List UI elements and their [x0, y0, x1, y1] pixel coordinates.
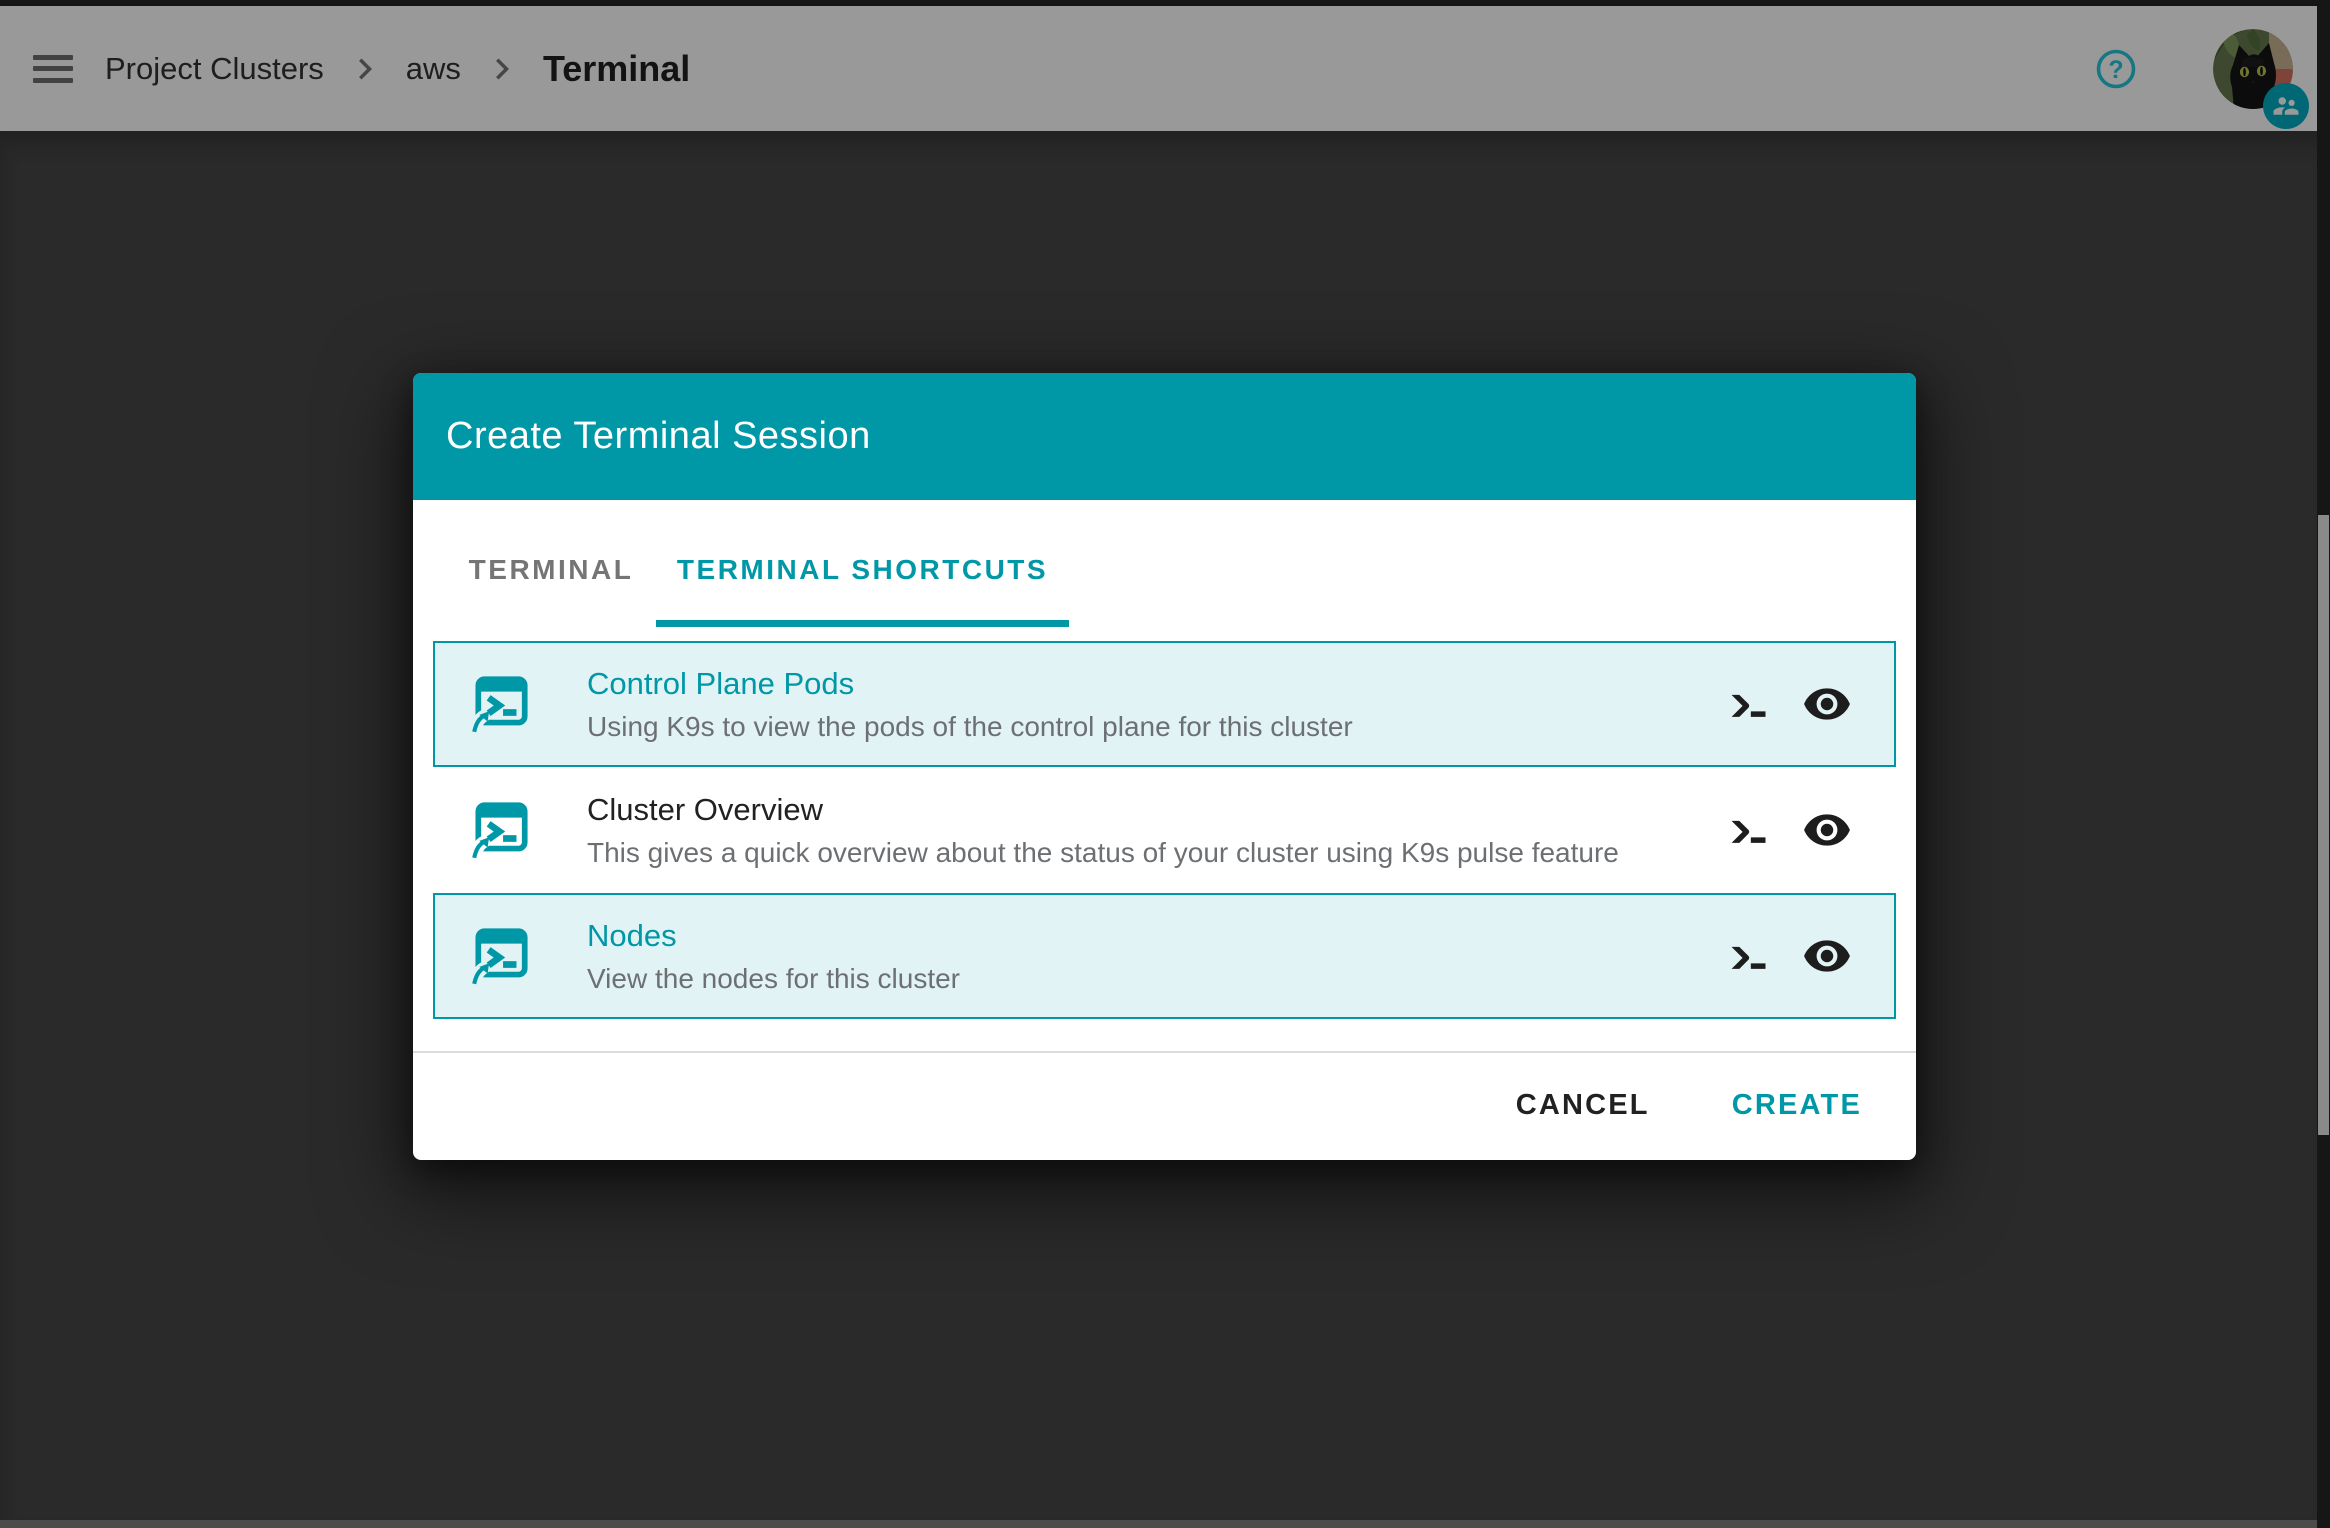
preview-eye-icon[interactable]	[1802, 679, 1852, 729]
shortcut-title: Nodes	[587, 918, 1724, 954]
run-terminal-icon[interactable]	[1724, 931, 1774, 981]
shortcut-text: Nodes View the nodes for this cluster	[587, 918, 1724, 995]
dialog-tabs: TERMINAL TERMINAL SHORTCUTS	[413, 513, 1916, 627]
terminal-shortcut-icon	[468, 923, 534, 989]
dialog-actions: CANCEL CREATE	[413, 1053, 1916, 1158]
dialog-title: Create Terminal Session	[446, 415, 871, 458]
preview-eye-icon[interactable]	[1802, 931, 1852, 981]
run-terminal-icon[interactable]	[1724, 679, 1774, 729]
shortcut-description: Using K9s to view the pods of the contro…	[587, 711, 1724, 743]
shortcut-row-control-plane-pods[interactable]: Control Plane Pods Using K9s to view the…	[433, 641, 1896, 767]
shortcut-actions	[1724, 679, 1894, 729]
terminal-shortcut-icon	[468, 797, 534, 863]
create-terminal-session-dialog: Create Terminal Session TERMINAL TERMINA…	[413, 373, 1916, 1160]
cancel-button[interactable]: CANCEL	[1502, 1079, 1664, 1132]
run-terminal-icon[interactable]	[1724, 805, 1774, 855]
shortcut-text: Control Plane Pods Using K9s to view the…	[587, 666, 1724, 743]
create-button[interactable]: CREATE	[1718, 1079, 1876, 1132]
screen: Project Clusters aws Terminal ?	[0, 0, 2330, 1528]
tab-terminal-shortcuts[interactable]: TERMINAL SHORTCUTS	[656, 513, 1069, 627]
preview-eye-icon[interactable]	[1802, 805, 1852, 855]
shortcut-row-cluster-overview[interactable]: Cluster Overview This gives a quick over…	[433, 767, 1896, 893]
shortcut-row-nodes[interactable]: Nodes View the nodes for this cluster	[433, 893, 1896, 1019]
scrollbar-thumb[interactable]	[2318, 515, 2329, 1135]
terminal-shortcut-icon	[468, 671, 534, 737]
tab-terminal[interactable]: TERMINAL	[446, 513, 656, 627]
shortcut-actions	[1724, 931, 1894, 981]
shortcut-title: Control Plane Pods	[587, 666, 1724, 702]
shortcut-text: Cluster Overview This gives a quick over…	[587, 792, 1724, 869]
shortcut-title: Cluster Overview	[587, 792, 1724, 828]
shortcut-description: View the nodes for this cluster	[587, 963, 1724, 995]
vertical-scrollbar	[2317, 6, 2330, 1528]
shortcut-description: This gives a quick overview about the st…	[587, 837, 1724, 869]
terminal-shortcut-list: Control Plane Pods Using K9s to view the…	[433, 641, 1896, 1019]
shortcut-actions	[1724, 805, 1894, 855]
dialog-header: Create Terminal Session	[413, 373, 1916, 500]
